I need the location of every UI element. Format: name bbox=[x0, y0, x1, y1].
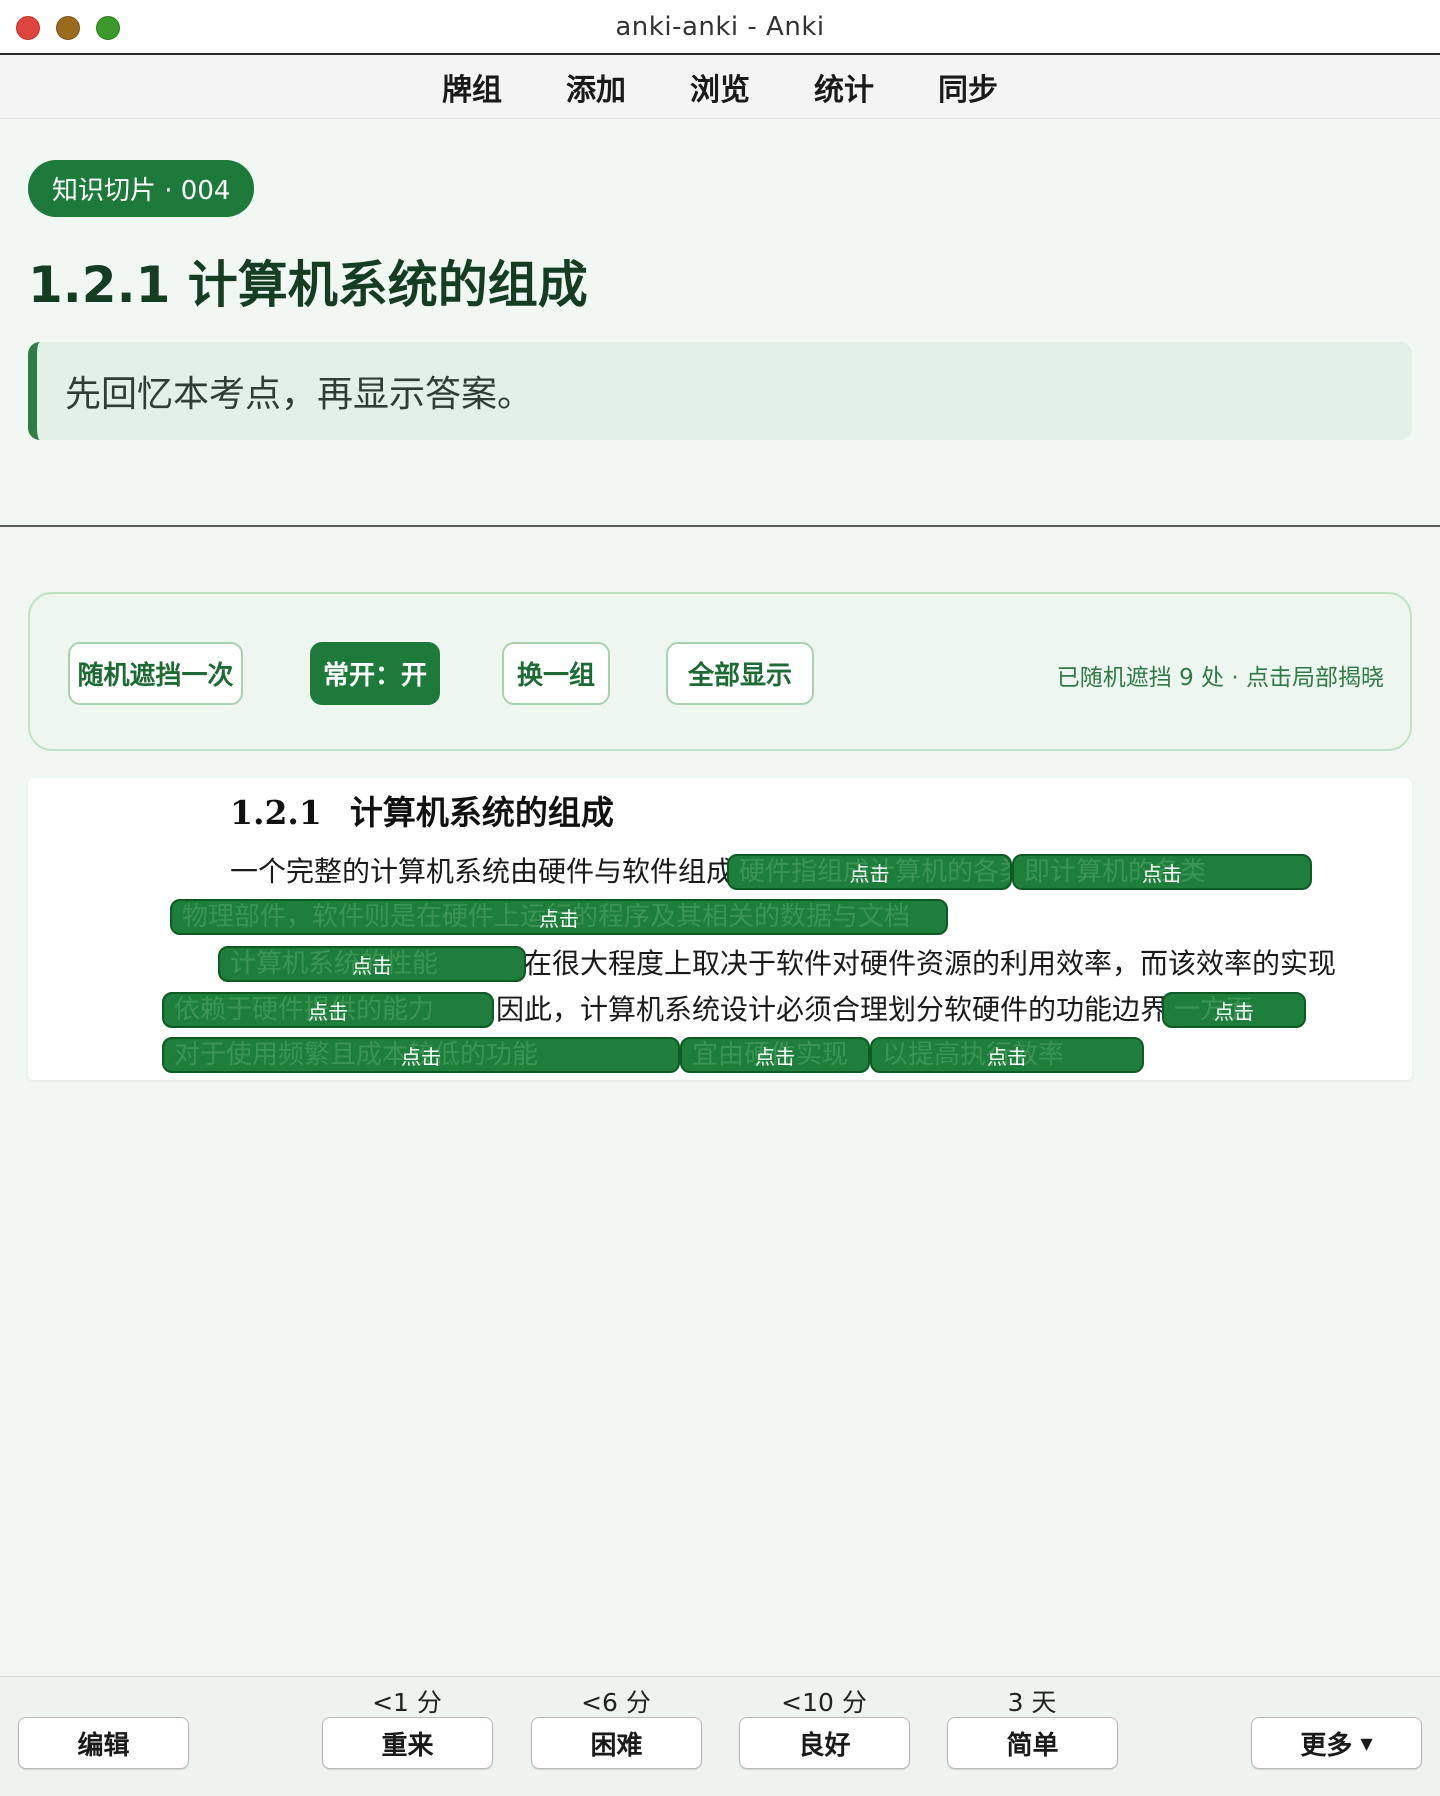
cloze-mask[interactable]: 即计算机的各类 点击 bbox=[1012, 854, 1312, 890]
mask-hidden-text: 计算机系统的性能 bbox=[230, 949, 439, 979]
mask-label: 点击 bbox=[539, 906, 579, 931]
again-button[interactable]: 重来 bbox=[322, 1717, 493, 1769]
mask-hidden-text: 依赖于硬件提供的能力 bbox=[174, 995, 435, 1025]
mask-label: 点击 bbox=[308, 999, 348, 1024]
always-on-toggle[interactable]: 常开：开 bbox=[310, 642, 440, 705]
nav-stats[interactable]: 统计 bbox=[810, 65, 878, 109]
nav-browse[interactable]: 浏览 bbox=[686, 65, 754, 109]
mask-status: 已随机遮挡 9 处 · 点击局部揭晓 bbox=[1056, 665, 1384, 691]
card-badge: 知识切片 · 004 bbox=[28, 160, 255, 217]
anki-window: anki-anki - Anki 牌组 添加 浏览 统计 同步 知识切片 · 0… bbox=[0, 0, 1440, 1796]
minimize-window-button[interactable] bbox=[56, 16, 80, 40]
excerpt-heading-text: 计算机系统的组成 bbox=[349, 793, 614, 832]
cloze-mask[interactable]: 硬件指组成计算机的各类 点击 bbox=[727, 854, 1012, 890]
mask-label: 点击 bbox=[1142, 861, 1182, 886]
due-interval-good: <10 分 bbox=[781, 1688, 867, 1717]
mask-label: 点击 bbox=[987, 1044, 1027, 1069]
due-interval-again: <1 分 bbox=[372, 1688, 442, 1717]
title-bar: anki-anki - Anki bbox=[0, 0, 1440, 55]
mask-label: 点击 bbox=[352, 953, 392, 978]
excerpt-heading: 1.2.1 计算机系统的组成 bbox=[230, 786, 614, 834]
mask-label: 点击 bbox=[401, 1044, 441, 1069]
answer-divider bbox=[0, 525, 1440, 527]
cloze-mask[interactable]: 以提高执行效率 点击 bbox=[870, 1037, 1144, 1073]
nav-add[interactable]: 添加 bbox=[562, 65, 630, 109]
nav-sync[interactable]: 同步 bbox=[934, 65, 1002, 109]
card-front: 知识切片 · 004 1.2.1 计算机系统的组成 先回忆本考点，再显示答案。 bbox=[0, 120, 1440, 526]
recall-hint: 先回忆本考点，再显示答案。 bbox=[28, 342, 1412, 440]
zoom-window-button[interactable] bbox=[96, 16, 120, 40]
mask-label: 点击 bbox=[1214, 999, 1254, 1024]
excerpt-heading-number: 1.2.1 bbox=[230, 793, 322, 832]
cloze-mask[interactable]: 计算机系统的性能 点击 bbox=[218, 946, 526, 982]
mask-hidden-text: 以提高执行效率 bbox=[882, 1040, 1065, 1070]
top-nav: 牌组 添加 浏览 统计 同步 bbox=[0, 56, 1440, 119]
mask-label: 点击 bbox=[755, 1044, 795, 1069]
due-interval-hard: <6 分 bbox=[581, 1688, 651, 1717]
mask-toolbar: 随机遮挡一次 常开：开 换一组 全部显示 已随机遮挡 9 处 · 点击局部揭晓 bbox=[28, 592, 1412, 751]
cloze-mask[interactable]: 物理部件，软件则是在硬件上运行的程序及其相关的数据与文档 点击 bbox=[170, 899, 948, 935]
mask-label: 点击 bbox=[849, 861, 890, 886]
card-title: 1.2.1 计算机系统的组成 bbox=[28, 256, 588, 314]
show-all-button[interactable]: 全部显示 bbox=[666, 642, 814, 705]
edit-button[interactable]: 编辑 bbox=[18, 1717, 189, 1769]
excerpt-line: 因此，计算机系统设计必须合理划分软硬件的功能边界。 bbox=[496, 993, 1197, 1026]
cloze-mask[interactable]: 依赖于硬件提供的能力 点击 bbox=[162, 992, 494, 1028]
window-title: anki-anki - Anki bbox=[615, 11, 825, 42]
due-interval-easy: 3 天 bbox=[1007, 1688, 1057, 1717]
nav-decks[interactable]: 牌组 bbox=[438, 65, 506, 109]
chevron-down-icon: ▼ bbox=[1360, 1733, 1373, 1753]
random-mask-button[interactable]: 随机遮挡一次 bbox=[68, 642, 243, 705]
excerpt-line: 在很大程度上取决于软件对硬件资源的利用效率，而该效率的实现 bbox=[524, 947, 1337, 980]
mask-hidden-text: 对于使用频繁且成本较低的功能 bbox=[174, 1040, 539, 1070]
answer-bar: 编辑 <1 分 重来 <6 分 困难 <10 分 良好 3 天 简单 更多 ▼ bbox=[0, 1676, 1440, 1796]
cloze-mask[interactable]: 宜由硬件实现 点击 bbox=[680, 1037, 870, 1073]
window-controls bbox=[16, 16, 120, 40]
more-button[interactable]: 更多 ▼ bbox=[1251, 1717, 1422, 1769]
good-button[interactable]: 良好 bbox=[739, 1717, 910, 1769]
close-window-button[interactable] bbox=[16, 16, 40, 40]
cloze-mask[interactable]: 一方面 点击 bbox=[1162, 992, 1306, 1028]
textbook-excerpt: 1.2.1 计算机系统的组成 一个完整的计算机系统由硬件与软件组成。 硬件指组成计… bbox=[28, 778, 1412, 1080]
cloze-mask[interactable]: 对于使用频繁且成本较低的功能 点击 bbox=[162, 1037, 680, 1073]
switch-group-button[interactable]: 换一组 bbox=[502, 642, 610, 705]
hard-button[interactable]: 困难 bbox=[531, 1717, 702, 1769]
excerpt-line: 一个完整的计算机系统由硬件与软件组成。 bbox=[230, 855, 763, 888]
easy-button[interactable]: 简单 bbox=[947, 1717, 1118, 1769]
more-label: 更多 bbox=[1300, 1730, 1353, 1761]
